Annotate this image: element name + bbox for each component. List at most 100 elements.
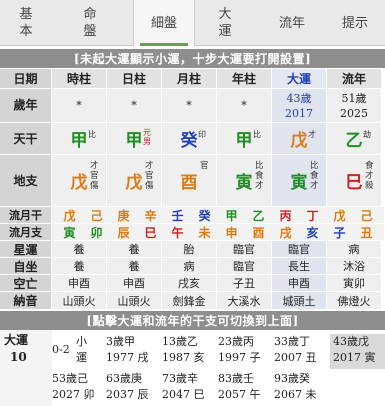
age-year-label: 歲年 — [0, 89, 52, 123]
month-char[interactable]: 申 — [225, 224, 237, 241]
month-char[interactable]: 庚 — [117, 207, 129, 224]
year-pillar-header: 年柱 — [217, 69, 272, 89]
canggan-label: 比 — [255, 161, 264, 171]
dayun-item-zhi: 辰 — [137, 388, 149, 401]
click-hint-bar: [點擊大運和流年的干支可切換到上面] — [0, 311, 385, 330]
month-char[interactable]: 甲 — [225, 207, 237, 224]
liuyue-gan-chars: 戊己庚辛壬癸甲乙丙丁戊己 — [52, 207, 385, 224]
month-char[interactable]: 乙 — [252, 207, 264, 224]
tiangan-char: 戊 — [290, 131, 308, 151]
tab-dayun-label: 大 — [218, 7, 232, 22]
dizhi-char: 酉 — [180, 173, 198, 193]
dizhi-char: 戊 — [125, 173, 143, 193]
zizuo-cell: 長生 — [272, 258, 327, 275]
liunian-age-year[interactable]: 51歲 2025 — [327, 89, 382, 123]
tab-dayun[interactable]: 大運 — [200, 0, 250, 46]
liuyue-zhi-row: 流月支 寅卯辰巳午未申酉戌亥子丑 — [0, 224, 385, 241]
current-dayun-gan: 戊 — [358, 335, 369, 348]
dayun-item[interactable]: 83歲壬 2057 午 — [218, 371, 268, 403]
liuyue-zhi-label: 流月支 — [0, 224, 52, 241]
month-char[interactable]: 寅 — [63, 224, 75, 241]
kongwang-cell: 申酉 — [107, 275, 162, 292]
month-char[interactable]: 酉 — [252, 224, 264, 241]
month-char[interactable]: 己 — [360, 207, 372, 224]
month-char[interactable]: 子 — [333, 224, 345, 241]
dizhi-cell[interactable]: 巳食才殺 — [327, 155, 382, 207]
xiaoyun-label[interactable]: 小運 — [76, 334, 92, 366]
date-label: 日期 — [0, 69, 52, 89]
dizhi-char: 巳 — [345, 173, 363, 193]
xingyun-cell: 臨官 — [217, 241, 272, 258]
shishen-label: 印 — [198, 130, 206, 139]
nayin-row: 納音 山頭火 山頭火 劍鋒金 大溪水 城頭土 佛燈火 — [0, 292, 385, 310]
dayun-item-gan: 庚 — [131, 372, 142, 385]
xingyun-cell: 病 — [327, 241, 382, 258]
month-char[interactable]: 癸 — [198, 207, 210, 224]
month-char[interactable]: 亥 — [306, 224, 318, 241]
current-dayun[interactable]: 43歲戊 2017 寅 — [330, 334, 385, 369]
tiangan-cell[interactable]: 戊才 — [272, 123, 327, 155]
xingyun-cell: 養 — [52, 241, 107, 258]
xingyun-label: 星運 — [0, 241, 52, 258]
dayun-item[interactable]: 53歲己 2027 卯 — [52, 371, 102, 403]
month-char[interactable]: 卯 — [90, 224, 102, 241]
hour-age: * — [52, 89, 107, 123]
hour-pillar-header: 時柱 — [52, 69, 107, 89]
month-char[interactable]: 丙 — [279, 207, 291, 224]
shishen-label: 劫 — [363, 130, 371, 139]
dizhi-cell[interactable]: 寅比食才 — [272, 155, 327, 207]
month-char[interactable]: 丑 — [360, 224, 372, 241]
dayun-item-zhi: 卯 — [83, 388, 95, 401]
dayun-item-year: 2037 — [106, 388, 134, 401]
month-char[interactable]: 戊 — [333, 207, 345, 224]
tab-dayun-label-2: 運 — [218, 24, 232, 39]
dayun-item-year: 1987 — [162, 351, 190, 364]
kongwang-cell: 申酉 — [52, 275, 107, 292]
xingyun-cell: 臨官 — [272, 241, 327, 258]
zizuo-cell: 病 — [162, 258, 217, 275]
dayun-age-year[interactable]: 43歲 2017 — [272, 89, 327, 123]
tab-basic[interactable]: 基本 — [0, 0, 52, 46]
liuyue-gan-row: 流月干 戊己庚辛壬癸甲乙丙丁戊己 — [0, 207, 385, 224]
dayun-item-age: 23歲 — [218, 335, 243, 348]
month-char[interactable]: 未 — [198, 224, 210, 241]
tiangan-char: 乙 — [345, 131, 363, 151]
month-char[interactable]: 辰 — [117, 224, 129, 241]
tab-mingpan-label: 命 — [83, 7, 97, 22]
nayin-cell: 山頭火 — [52, 292, 107, 310]
canggan-stack: 比食才 — [255, 161, 264, 191]
tab-mingpan[interactable]: 命盤 — [60, 0, 120, 46]
canggan-stack: 才官傷 — [145, 161, 154, 191]
dayun-item-age: 3歲 — [106, 335, 124, 348]
kongwang-cell: 戌亥 — [162, 275, 217, 292]
tab-tips[interactable]: 提示 — [325, 0, 385, 46]
zizuo-cell: 沐浴 — [327, 258, 382, 275]
tab-mingpan-label-2: 盤 — [83, 24, 97, 39]
liunian-age: 51歲 — [341, 91, 367, 105]
month-char[interactable]: 壬 — [171, 207, 183, 224]
dizhi-cell: 戊才官傷 — [107, 155, 162, 207]
canggan-label: 傷 — [90, 181, 99, 191]
dayun-item[interactable]: 63歲庚 2037 辰 — [106, 371, 156, 403]
dayun-item[interactable]: 73歲辛 2047 巳 — [162, 371, 212, 403]
dayun-item[interactable]: 3歲甲 1977 戌 — [106, 334, 156, 366]
age-year-label-text: 歲年 — [13, 98, 38, 112]
year-age: * — [217, 89, 272, 123]
tab-xipan[interactable]: 細盤 — [133, 0, 195, 46]
month-char[interactable]: 午 — [171, 224, 183, 241]
kongwang-cell: 寅卯 — [327, 275, 382, 292]
dayun-item[interactable]: 33歲丁 2007 丑 — [274, 334, 324, 366]
pillar-header-row: 日期 時柱 日柱 月柱 年柱 大運 流年 — [0, 69, 385, 89]
month-char[interactable]: 辛 — [144, 207, 156, 224]
month-char[interactable]: 戊 — [63, 207, 75, 224]
month-char[interactable]: 己 — [90, 207, 102, 224]
dayun-item[interactable]: 13歲乙 1987 亥 — [162, 334, 212, 366]
tiangan-cell[interactable]: 乙劫 — [327, 123, 382, 155]
dayun-item[interactable]: 23歲丙 1997 子 — [218, 334, 268, 366]
month-char[interactable]: 巳 — [144, 224, 156, 241]
tab-liunian[interactable]: 流年 — [262, 0, 322, 46]
dayun-item[interactable]: 93歲癸 2067 未 — [274, 371, 324, 403]
dayun-label-block: 大運 10 — [0, 330, 52, 406]
month-char[interactable]: 戌 — [279, 224, 291, 241]
month-char[interactable]: 丁 — [306, 207, 318, 224]
